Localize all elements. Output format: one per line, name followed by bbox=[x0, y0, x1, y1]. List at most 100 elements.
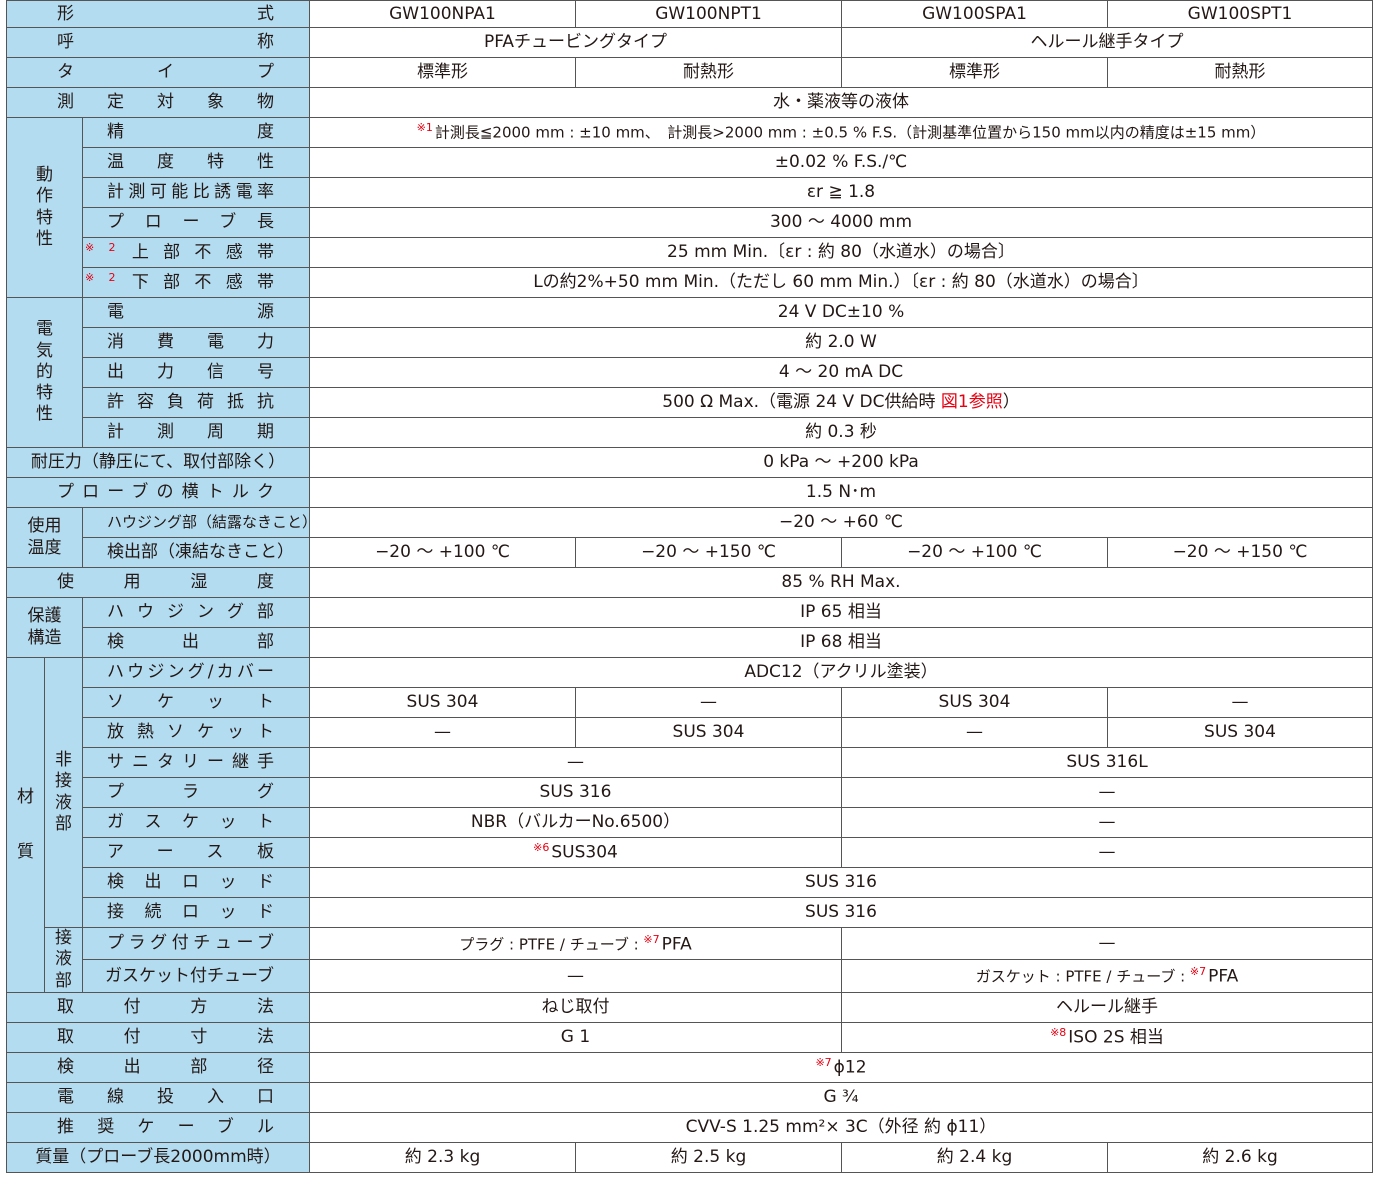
row-gasket: ガスケット NBR（バルカーNo.6500） — bbox=[7, 807, 1373, 838]
row-detect-rod: 検出ロッド SUS 316 bbox=[7, 867, 1373, 898]
label-socket: ソケット bbox=[82, 687, 310, 718]
label-earth: アース板 bbox=[82, 837, 310, 868]
type-1: 標準形 bbox=[309, 57, 576, 88]
load-value: 500 Ω Max.（電源 24 V DC供給時 図1参照） bbox=[309, 387, 1373, 418]
label-torque: プローブの横トルク bbox=[6, 477, 310, 508]
label-detector-dia: 検出部径 bbox=[6, 1051, 310, 1083]
label-load: 許容負荷抵抗 bbox=[82, 387, 310, 418]
group-non-wetted: 非接液部 bbox=[44, 657, 83, 928]
row-load: 許容負荷抵抗 500 Ω Max.（電源 24 V DC供給時 図1参照） bbox=[7, 387, 1373, 418]
earth-ferrule: — bbox=[841, 837, 1373, 868]
label-prot-detector: 検出部 bbox=[82, 627, 310, 658]
label-detect-rod: 検出ロッド bbox=[82, 867, 310, 898]
row-temp-detector: 検出部（凍結なきこと） −20 ～ +100 ℃ −20 ～ +150 ℃ −2… bbox=[7, 537, 1373, 568]
label-consumption: 消費電力 bbox=[82, 327, 310, 358]
group-material: 材質 bbox=[6, 657, 45, 993]
gasket-pfa: NBR（バルカーNo.6500） bbox=[309, 807, 842, 838]
row-mounting: 取付方法 ねじ取付 ヘルール継手 bbox=[6, 991, 1373, 1023]
temp-detector-4: −20 ～ +150 ℃ bbox=[1107, 537, 1373, 568]
cycle-value: 約 0.3 秒 bbox=[309, 417, 1373, 448]
row-permittivity: 計測可能比誘電率 εr ≧ 1.8 bbox=[7, 177, 1373, 208]
torque-value: 1.5 N･m bbox=[309, 477, 1373, 508]
upper-dead-value: 25 mm Min.〔εr : 約 80（水道水）の場合〕 bbox=[309, 237, 1373, 268]
temp-detector-3: −20 ～ +100 ℃ bbox=[841, 537, 1108, 568]
label-cable: 推奨ケーブル bbox=[6, 1111, 310, 1143]
plug-tube-ferrule: — bbox=[841, 926, 1373, 961]
mass-2: 約 2.5 kg bbox=[575, 1141, 842, 1173]
housing-cover-value: ADC12（アクリル塗装） bbox=[309, 657, 1373, 688]
row-power: 電気的特性 電源 24 V DC±10 % bbox=[6, 297, 1373, 448]
name-ferrule: ヘルール継手タイプ bbox=[841, 27, 1373, 58]
cable-entry-value: G ³⁄₄ bbox=[309, 1081, 1373, 1113]
label-mount-size: 取付寸法 bbox=[6, 1021, 310, 1053]
label-permittivity: 計測可能比誘電率 bbox=[82, 177, 310, 208]
connect-rod-value: SUS 316 bbox=[309, 897, 1373, 928]
label-heat-socket: 放熱ソケット bbox=[82, 717, 310, 748]
mass-1: 約 2.3 kg bbox=[309, 1141, 576, 1173]
group-wetted: 接液部 bbox=[44, 927, 83, 993]
row-mount-size: 取付寸法 G 1 ※8 ISO 2S 相当 bbox=[6, 1021, 1373, 1053]
row-name: 呼称 PFAチュービングタイプ ヘルール継手タイプ bbox=[6, 27, 1373, 58]
sanitary-ferrule: SUS 316L bbox=[841, 747, 1373, 778]
row-prot-housing: 保護 構造 ハウジング部 IP 65 相当 bbox=[6, 597, 1373, 658]
pressure-value: 0 kPa ～ +200 kPa bbox=[309, 447, 1373, 478]
socket-4: — bbox=[1107, 687, 1373, 718]
row-target: 測定対象物 水・薬液等の液体 bbox=[6, 87, 1373, 118]
label-temp-detector: 検出部（凍結なきこと） bbox=[82, 537, 310, 568]
consumption-value: 約 2.0 W bbox=[309, 327, 1373, 358]
socket-3: SUS 304 bbox=[841, 687, 1108, 718]
row-socket: ソケット SUS 304 — SUS 304 — bbox=[7, 687, 1373, 718]
group-operating: 動作特性 bbox=[6, 117, 83, 298]
label-model: 形式 bbox=[6, 0, 310, 28]
row-pressure: 耐圧力（静圧にて、取付部除く） 0 kPa ～ +200 kPa bbox=[6, 447, 1373, 478]
row-torque: プローブの横トルク 1.5 N･m bbox=[6, 477, 1373, 508]
gasket-ferrule: — bbox=[841, 807, 1373, 838]
row-cycle: 計測周期 約 0.3 秒 bbox=[7, 417, 1373, 448]
label-mounting: 取付方法 bbox=[6, 991, 310, 1023]
row-upper-dead: ※2 上部不感帯 25 mm Min.〔εr : 約 80（水道水）の場合〕 bbox=[7, 237, 1373, 268]
row-model: 形式 GW100NPA1 GW100NPT1 GW100SPA1 GW100SP… bbox=[6, 0, 1373, 28]
figure-reference-link[interactable]: 図1参照 bbox=[941, 392, 1003, 412]
plug-ferrule: — bbox=[841, 777, 1373, 808]
heat-socket-3: — bbox=[841, 717, 1108, 748]
model-2: GW100NPT1 bbox=[575, 0, 842, 28]
row-detector-dia: 検出部径 ※7 ϕ12 bbox=[6, 1051, 1373, 1083]
label-temp-char: 温度特性 bbox=[82, 147, 310, 178]
label-temp-housing: ハウジング部（結露なきこと） bbox=[82, 507, 310, 538]
gasket-tube-ferrule: ガスケット : PTFE / チューブ : ※7 PFA bbox=[841, 959, 1373, 993]
spec-table: 形式 GW100NPA1 GW100NPT1 GW100SPA1 GW100SP… bbox=[6, 0, 1373, 1173]
prot-housing-value: IP 65 相当 bbox=[309, 597, 1373, 628]
socket-1: SUS 304 bbox=[309, 687, 576, 718]
temp-char-value: ±0.02 % F.S./℃ bbox=[309, 147, 1373, 178]
row-gasket-tube: ガスケット付チューブ — ガスケット : PTFE / チューブ : ※7 PFA bbox=[7, 959, 1373, 993]
mount-size-pfa: G 1 bbox=[309, 1021, 842, 1053]
row-heat-socket: 放熱ソケット — SUS 304 — SUS 304 bbox=[7, 717, 1373, 748]
row-connect-rod: 接続ロッド SUS 316 bbox=[7, 897, 1373, 928]
type-4: 耐熱形 bbox=[1107, 57, 1373, 88]
mounting-ferrule: ヘルール継手 bbox=[841, 991, 1373, 1023]
socket-2: — bbox=[575, 687, 842, 718]
earth-pfa: ※6 SUS304 bbox=[309, 837, 842, 868]
permittivity-value: εr ≧ 1.8 bbox=[309, 177, 1373, 208]
model-1: GW100NPA1 bbox=[309, 0, 576, 28]
row-prot-detector: 検出部 IP 68 相当 bbox=[7, 627, 1373, 658]
cable-value: CVV-S 1.25 mm²× 3C（外径 約 ϕ11） bbox=[309, 1111, 1373, 1143]
row-temp-housing: 使用 温度 ハウジング部（結露なきこと） −20 ～ +60 ℃ bbox=[6, 507, 1373, 568]
sanitary-pfa: — bbox=[309, 747, 842, 778]
row-type: タイプ 標準形 耐熱形 標準形 耐熱形 bbox=[6, 57, 1373, 88]
type-3: 標準形 bbox=[841, 57, 1108, 88]
row-plug: プラグ SUS 316 — bbox=[7, 777, 1373, 808]
row-temp-char: 温度特性 ±0.02 % F.S./℃ bbox=[7, 147, 1373, 178]
label-cycle: 計測周期 bbox=[82, 417, 310, 448]
group-electrical: 電気的特性 bbox=[6, 297, 83, 448]
humidity-value: 85 % RH Max. bbox=[309, 567, 1373, 598]
row-consumption: 消費電力 約 2.0 W bbox=[7, 327, 1373, 358]
name-pfa: PFAチュービングタイプ bbox=[309, 27, 842, 58]
row-probe-length: プローブ長 300 ～ 4000 mm bbox=[7, 207, 1373, 238]
label-sanitary: サニタリー継手 bbox=[82, 747, 310, 778]
gasket-tube-pfa: — bbox=[309, 959, 842, 993]
plug-tube-pfa: プラグ : PTFE / チューブ : ※7 PFA bbox=[309, 926, 842, 961]
label-probe-length: プローブ長 bbox=[82, 207, 310, 238]
row-output: 出力信号 4 ～ 20 mA DC bbox=[7, 357, 1373, 388]
power-value: 24 V DC±10 % bbox=[309, 297, 1373, 328]
